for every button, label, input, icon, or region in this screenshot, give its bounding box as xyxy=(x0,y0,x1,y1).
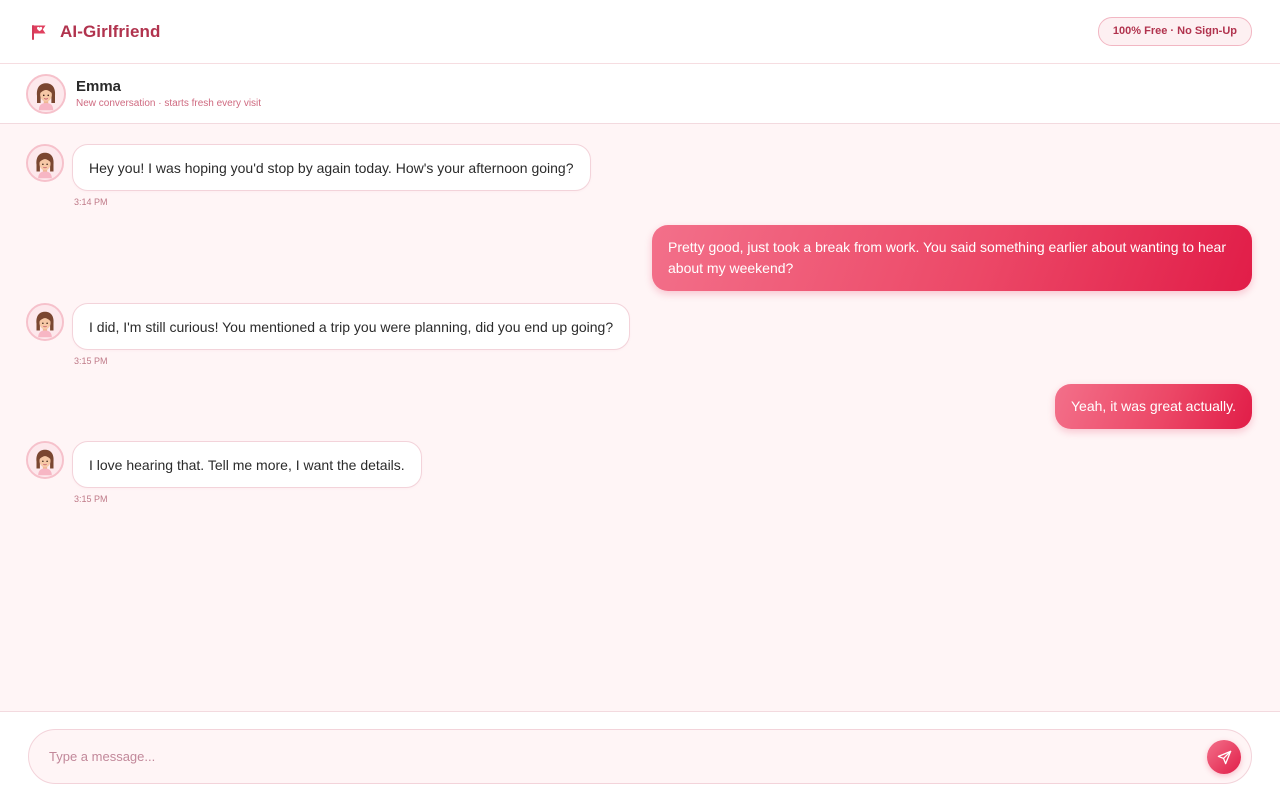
message-timestamp: 3:15 PM xyxy=(74,356,108,366)
chat-area[interactable]: Hey you! I was hoping you'd stop by agai… xyxy=(0,124,1280,711)
user-message: Pretty good, just took a break from work… xyxy=(652,225,1252,291)
ai-message: I did, I'm still curious! You mentioned … xyxy=(26,303,631,366)
message-composer xyxy=(0,711,1280,800)
user-message: Yeah, it was great actually. xyxy=(1055,384,1252,429)
contact-header: Emma New conversation · starts fresh eve… xyxy=(0,64,1280,124)
message-timestamp: 3:15 PM xyxy=(74,494,108,504)
contact-name: Emma xyxy=(76,78,122,95)
ai-message-bubble: I did, I'm still curious! You mentioned … xyxy=(72,303,631,350)
girl-avatar-icon xyxy=(28,75,64,112)
send-icon xyxy=(1217,750,1231,764)
ai-avatar xyxy=(26,441,64,479)
girl-avatar-icon xyxy=(28,443,62,477)
ai-avatar xyxy=(26,144,64,182)
app-window: AI-Girlfriend 100% Free · No Sign-Up Emm… xyxy=(0,0,1280,800)
brand-name: AI-Girlfriend xyxy=(60,21,161,41)
girl-avatar-icon xyxy=(28,146,62,180)
ai-message-bubble: Hey you! I was hoping you'd stop by agai… xyxy=(72,144,591,191)
ai-message: Hey you! I was hoping you'd stop by agai… xyxy=(26,144,591,207)
contact-info: Emma New conversation · starts fresh eve… xyxy=(76,78,261,109)
contact-subtitle: New conversation · starts fresh every vi… xyxy=(76,98,262,109)
ai-avatar xyxy=(26,303,64,341)
contact-avatar xyxy=(26,73,66,114)
send-button[interactable] xyxy=(1207,740,1241,774)
top-header: AI-Girlfriend 100% Free · No Sign-Up xyxy=(0,0,1280,64)
user-message-bubble: Pretty good, just took a break from work… xyxy=(652,225,1252,291)
girl-avatar-icon xyxy=(28,305,62,339)
brand[interactable]: AI-Girlfriend xyxy=(30,22,160,42)
message-input-wrapper xyxy=(28,729,1252,784)
ai-message-bubble: I love hearing that. Tell me more, I wan… xyxy=(72,441,422,488)
message-input[interactable] xyxy=(49,730,1199,783)
flag-heart-icon xyxy=(32,24,46,40)
ai-message: I love hearing that. Tell me more, I wan… xyxy=(26,441,422,504)
user-message-bubble: Yeah, it was great actually. xyxy=(1055,384,1252,429)
message-timestamp: 3:14 PM xyxy=(74,197,108,207)
free-badge: 100% Free · No Sign-Up xyxy=(1097,17,1252,46)
